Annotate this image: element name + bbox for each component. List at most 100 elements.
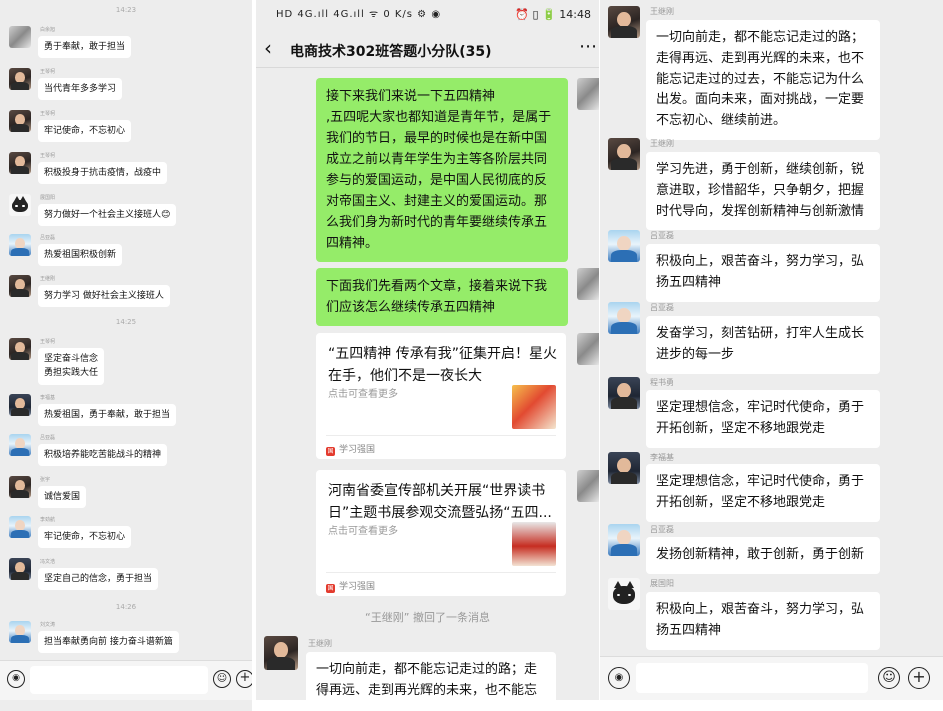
message-bubble[interactable]: 积极投身于抗击疫情，战疫中 [38,162,168,185]
card-divider [326,435,556,436]
avatar[interactable] [608,138,640,170]
sender-name: 王继刚 [650,139,674,148]
sender-name: 李劲航 [40,517,56,523]
sender-name: 王继刚 [308,639,332,648]
article-source-label: 学习强国 [339,582,376,592]
message-bubble[interactable]: 积极向上，艰苦奋斗，努力学习，弘扬五四精神 [646,244,880,302]
article-title: 河南省委宣传部机关开展“世界读书日”主题书展参观交流暨弘扬“五四... [328,483,552,522]
avatar[interactable] [9,516,31,538]
message-bubble[interactable]: 努力学习 做好社会主义接班人 [38,285,170,308]
sender-name: 李福基 [40,395,56,401]
message-bubble[interactable]: 发奋学习，刻苦钻研，打牢人生成长进步的每一步 [646,316,880,374]
article-source: 国学习强国 [326,579,375,593]
article-subtitle: 点击可查看更多 [328,389,398,400]
message-bubble[interactable]: 努力做好一个社会主义接班人😊 [38,204,177,227]
message-bubble-self[interactable]: 接下来我们来说一下五四精神 ,五四呢大家也都知道是青年节，是属于我们的节日，最早… [316,78,568,263]
emoji-icon[interactable]: ☺ [878,667,900,689]
message-bubble[interactable]: 学习先进，勇于创新，继续创新，锐意进取，珍惜韶华，只争朝夕，把握时代导向，发挥创… [646,152,880,231]
avatar[interactable] [9,275,31,297]
message-bubble[interactable]: 勇于奉献，敢于担当 [38,36,132,59]
message-bubble[interactable]: 积极向上，艰苦奋斗，努力学习，弘扬五四精神 [646,592,880,650]
time-separator: 14:23 [115,6,137,14]
sender-name: 冯文浩 [40,559,56,565]
avatar[interactable] [9,26,31,48]
avatar[interactable] [9,621,31,643]
avatar[interactable] [608,578,640,610]
article-source-label: 学习强国 [339,445,376,455]
time-separator: 14:26 [115,603,137,611]
sender-name: 展国阳 [650,579,674,588]
message-bubble-self[interactable]: 下面我们先看两个文章，接着来说下我们应该怎么继续传承五四精神 [316,268,568,327]
sender-name: 白余旭 [40,27,56,33]
message-bubble[interactable]: 牢记使命，不忘初心 [38,120,132,143]
message-bubble[interactable]: 担当奉献勇向前 接力奋斗谱新篇 [38,631,179,654]
message-bubble[interactable]: 一切向前走，都不能忘记走过的路；走得再远、走到再光辉的未来，也不能忘 [306,652,556,700]
status-bar: HD 4G.ıll 4G.ıll ᯤ 0 K/s ⚙ ◉ ⏰ ▯ 🔋 14:48 [256,0,599,32]
message-input[interactable] [636,663,868,693]
message-input[interactable] [30,666,208,694]
avatar[interactable] [9,476,31,498]
avatar[interactable] [608,230,640,262]
message-bubble[interactable]: 坚定自己的信念，勇于担当 [38,568,159,591]
sender-name: 吕亚磊 [40,235,56,241]
avatar-self[interactable] [577,470,599,502]
avatar[interactable] [9,110,31,132]
input-bar: ◉ ☺ + [0,660,252,700]
message-bubble[interactable]: 热爱祖国积极创新 [38,244,123,267]
avatar[interactable] [9,558,31,580]
message-bubble[interactable]: 牢记使命，不忘初心 [38,526,132,549]
avatar[interactable] [9,434,31,456]
back-arrow-icon[interactable]: ‹ [264,36,272,60]
avatar[interactable] [608,377,640,409]
article-card[interactable]: “五四精神 传承有我”征集开启！星火在手，他们不是一夜长大 点击可查看更多 国学… [316,333,566,459]
message-bubble[interactable]: 积极培养能吃苦能战斗的精神 [38,444,168,467]
avatar-self[interactable] [577,333,599,365]
message-bubble[interactable]: 诚信爱国 [38,486,87,509]
message-bubble[interactable]: 当代青年多多学习 [38,78,123,101]
sender-name: 王琴柯 [40,153,56,159]
message-bubble[interactable]: 一切向前走，都不能忘记走过的路；走得再远、走到再光辉的未来，也不能忘记走过的过去… [646,20,880,140]
article-thumbnail [512,385,556,429]
avatar[interactable] [608,6,640,38]
more-options-icon[interactable]: ⋯ [579,36,597,57]
message-bubble[interactable]: 坚定理想信念，牢记时代使命，勇于开拓创新，坚定不移地跟党走 [646,464,880,522]
avatar[interactable] [9,338,31,360]
input-bar: ◉ ☺ + [600,656,943,700]
avatar-self[interactable] [577,78,599,110]
sender-name: 展国阳 [40,195,56,201]
avatar[interactable] [608,302,640,334]
message-line: 勇担实践大任 [44,368,99,379]
avatar[interactable] [9,234,31,256]
avatar-self[interactable] [577,268,599,300]
sender-name: 吕亚磊 [650,231,674,240]
sender-name: 王琴柯 [40,339,56,345]
article-title: “五四精神 传承有我”征集开启！星火在手，他们不是一夜长大 [328,346,557,385]
message-bubble[interactable]: 热爱祖国，勇于奉献，敢于担当 [38,404,177,427]
message-bubble[interactable]: 发扬创新精神，敢于创新，勇于创新 [646,537,880,574]
avatar[interactable] [9,152,31,174]
sender-name: 王继刚 [40,276,56,282]
chat-panel-middle: HD 4G.ıll 4G.ıll ᯤ 0 K/s ⚙ ◉ ⏰ ▯ 🔋 14:48… [256,0,599,700]
avatar[interactable] [264,636,298,670]
avatar[interactable] [9,394,31,416]
sender-name: 张宇 [40,477,51,483]
avatar[interactable] [608,452,640,484]
article-subtitle: 点击可查看更多 [328,526,398,537]
avatar[interactable] [9,68,31,90]
sender-name: 刘文涛 [40,622,56,628]
plus-icon[interactable]: + [236,670,252,688]
avatar[interactable] [608,524,640,556]
sender-name: 王继刚 [650,7,674,16]
emoji-icon[interactable]: ☺ [213,670,231,688]
xuexi-logo-icon: 国 [326,584,335,593]
message-bubble[interactable]: 坚定理想信念，牢记时代使命，勇于开拓创新，坚定不移地跟党走 [646,390,880,448]
plus-icon[interactable]: + [908,667,930,689]
article-card[interactable]: 河南省委宣传部机关开展“世界读书日”主题书展参观交流暨弘扬“五四... 点击可查… [316,470,566,596]
voice-icon[interactable]: ◉ [7,670,25,688]
avatar[interactable] [9,194,31,216]
sender-name: 李福基 [650,453,674,462]
message-bubble[interactable]: 坚定奋斗信念 勇担实践大任 [38,348,105,385]
xuexi-logo-icon: 国 [326,447,335,456]
voice-icon[interactable]: ◉ [608,667,630,689]
sender-name: 吕亚磊 [650,525,674,534]
